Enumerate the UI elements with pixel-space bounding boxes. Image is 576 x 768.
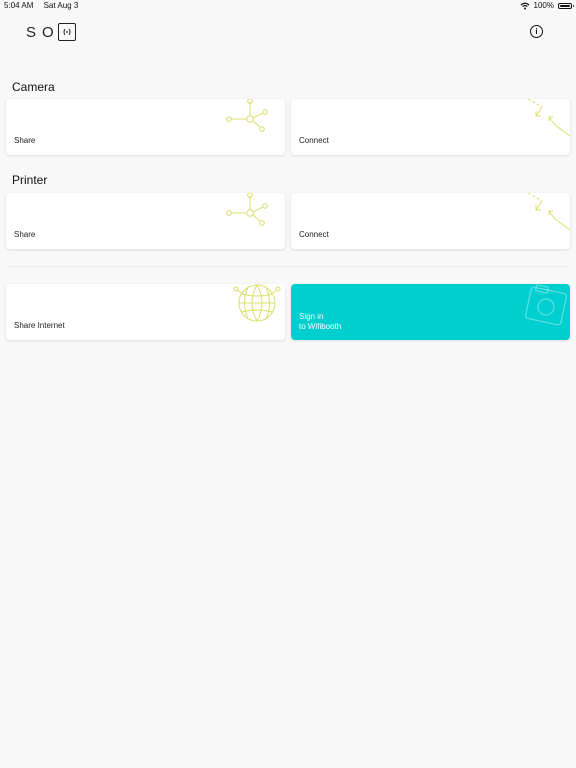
app-logo: SO bbox=[26, 22, 76, 42]
share-internet-label: Share Internet bbox=[14, 321, 65, 330]
info-icon: i bbox=[535, 27, 538, 36]
connect-arrows-icon bbox=[527, 193, 570, 231]
status-date: Sat Aug 3 bbox=[43, 1, 79, 10]
printer-section-title: Printer bbox=[12, 173, 48, 187]
wifi-icon bbox=[520, 2, 529, 10]
battery-percent: 100% bbox=[533, 1, 554, 10]
battery-icon bbox=[558, 3, 574, 9]
signin-wifibooth-card[interactable]: Sign in to Wifibooth bbox=[291, 284, 570, 340]
logo-text: SO bbox=[26, 23, 60, 41]
printer-share-label: Share bbox=[14, 230, 36, 239]
camera-connect-card[interactable]: Connect bbox=[291, 99, 570, 155]
status-left: 5:04 AM Sat Aug 3 bbox=[4, 0, 86, 12]
section-divider bbox=[6, 266, 570, 267]
camera-box-icon bbox=[57, 23, 76, 41]
connect-arrows-icon bbox=[527, 99, 570, 137]
signin-label: Sign in to Wifibooth bbox=[299, 312, 341, 332]
status-time: 5:04 AM bbox=[4, 1, 34, 10]
globe-icon bbox=[233, 284, 281, 322]
signin-line2: to Wifibooth bbox=[299, 322, 342, 331]
info-button[interactable]: i bbox=[530, 25, 543, 38]
share-internet-card[interactable]: Share Internet bbox=[6, 284, 285, 340]
printer-connect-card[interactable]: Connect bbox=[291, 193, 570, 249]
network-share-icon bbox=[226, 193, 268, 226]
printer-share-card[interactable]: Share bbox=[6, 193, 285, 249]
camera-connect-label: Connect bbox=[299, 136, 329, 145]
camera-section-title: Camera bbox=[12, 80, 55, 94]
status-right: 100% bbox=[520, 0, 574, 12]
signin-line1: Sign in bbox=[299, 312, 324, 321]
camera-share-card[interactable]: Share bbox=[6, 99, 285, 155]
network-share-icon bbox=[226, 99, 268, 132]
camera-share-label: Share bbox=[14, 136, 36, 145]
camera-outline-icon bbox=[524, 284, 568, 326]
printer-connect-label: Connect bbox=[299, 230, 329, 239]
status-bar: 5:04 AM Sat Aug 3 100% bbox=[0, 0, 576, 12]
